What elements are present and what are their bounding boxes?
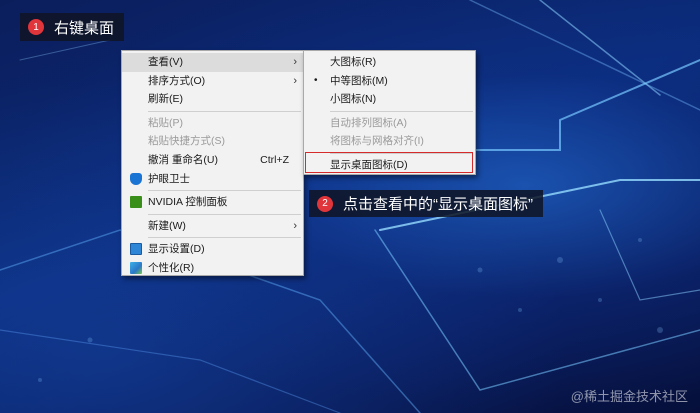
menu-item-display-settings[interactable]: 显示设置(D): [122, 240, 303, 259]
chevron-right-icon: ›: [293, 219, 297, 232]
submenu-item-auto-arrange-label: 自动排列图标(A): [330, 116, 407, 129]
menu-item-eye-guard-label: 护眼卫士: [148, 172, 190, 185]
menu-item-undo-rename-label: 撤消 重命名(U): [148, 153, 218, 166]
submenu-item-large-icons[interactable]: 大图标(R): [304, 53, 475, 72]
chevron-right-icon: ›: [293, 74, 297, 87]
menu-separator: [330, 110, 473, 112]
step-2-text: 点击查看中的“显示桌面图标”: [343, 196, 533, 213]
menu-separator: [148, 190, 301, 192]
menu-item-view[interactable]: 查看(V) ›: [122, 53, 303, 72]
menu-item-undo-rename[interactable]: 撤消 重命名(U) Ctrl+Z: [122, 151, 303, 170]
menu-item-paste: 粘贴(P): [122, 114, 303, 133]
menu-item-eye-guard[interactable]: 护眼卫士: [122, 170, 303, 189]
menu-separator: [148, 213, 301, 215]
submenu-item-medium-icons-label: 中等图标(M): [330, 74, 388, 87]
submenu-item-align-to-grid: 将图标与网格对齐(I): [304, 132, 475, 151]
menu-item-refresh[interactable]: 刷新(E): [122, 90, 303, 109]
menu-item-nvidia-label: NVIDIA 控制面板: [148, 196, 228, 209]
chevron-right-icon: ›: [293, 56, 297, 68]
submenu-item-large-icons-label: 大图标(R): [330, 56, 377, 68]
submenu-item-small-icons[interactable]: 小图标(N): [304, 90, 475, 109]
step-2-callout: 2 点击查看中的“显示桌面图标”: [309, 190, 543, 217]
step-1-text: 右键桌面: [54, 19, 115, 37]
menu-item-paste-label: 粘贴(P): [148, 116, 183, 129]
menu-separator: [148, 237, 301, 239]
step-1-badge: 1: [28, 19, 44, 35]
menu-item-undo-shortcut: Ctrl+Z: [260, 153, 289, 166]
display-settings-icon: [130, 243, 142, 256]
menu-item-refresh-label: 刷新(E): [148, 93, 183, 106]
nvidia-icon: [130, 196, 142, 209]
desktop-context-menu: 查看(V) › 排序方式(O) › 刷新(E) 粘贴(P) 粘贴快捷方式(S) …: [121, 50, 304, 276]
highlight-box: [305, 152, 473, 173]
step-1-callout: 1 右键桌面: [20, 13, 125, 41]
menu-item-new-label: 新建(W): [148, 219, 186, 232]
menu-item-paste-shortcut: 粘贴快捷方式(S): [122, 132, 303, 151]
submenu-item-medium-icons[interactable]: • 中等图标(M): [304, 72, 475, 91]
menu-item-paste-shortcut-label: 粘贴快捷方式(S): [148, 135, 225, 148]
menu-item-display-settings-label: 显示设置(D): [148, 243, 205, 256]
menu-separator: [148, 110, 301, 112]
menu-item-personalize[interactable]: 个性化(R): [122, 259, 303, 278]
submenu-item-auto-arrange: 自动排列图标(A): [304, 114, 475, 133]
checked-bullet-icon: •: [314, 74, 318, 86]
menu-item-sort-by-label: 排序方式(O): [148, 74, 206, 87]
submenu-item-align-to-grid-label: 将图标与网格对齐(I): [330, 135, 424, 148]
menu-item-personalize-label: 个性化(R): [148, 261, 195, 274]
menu-item-sort-by[interactable]: 排序方式(O) ›: [122, 72, 303, 91]
menu-item-view-label: 查看(V): [148, 56, 183, 68]
menu-item-nvidia-control-panel[interactable]: NVIDIA 控制面板: [122, 193, 303, 212]
step-2-badge: 2: [317, 195, 333, 212]
menu-item-new[interactable]: 新建(W) ›: [122, 217, 303, 236]
submenu-item-small-icons-label: 小图标(N): [330, 93, 377, 106]
watermark: @稀土掘金技术社区: [570, 389, 688, 404]
shield-icon: [130, 172, 142, 185]
personalize-icon: [130, 261, 142, 274]
